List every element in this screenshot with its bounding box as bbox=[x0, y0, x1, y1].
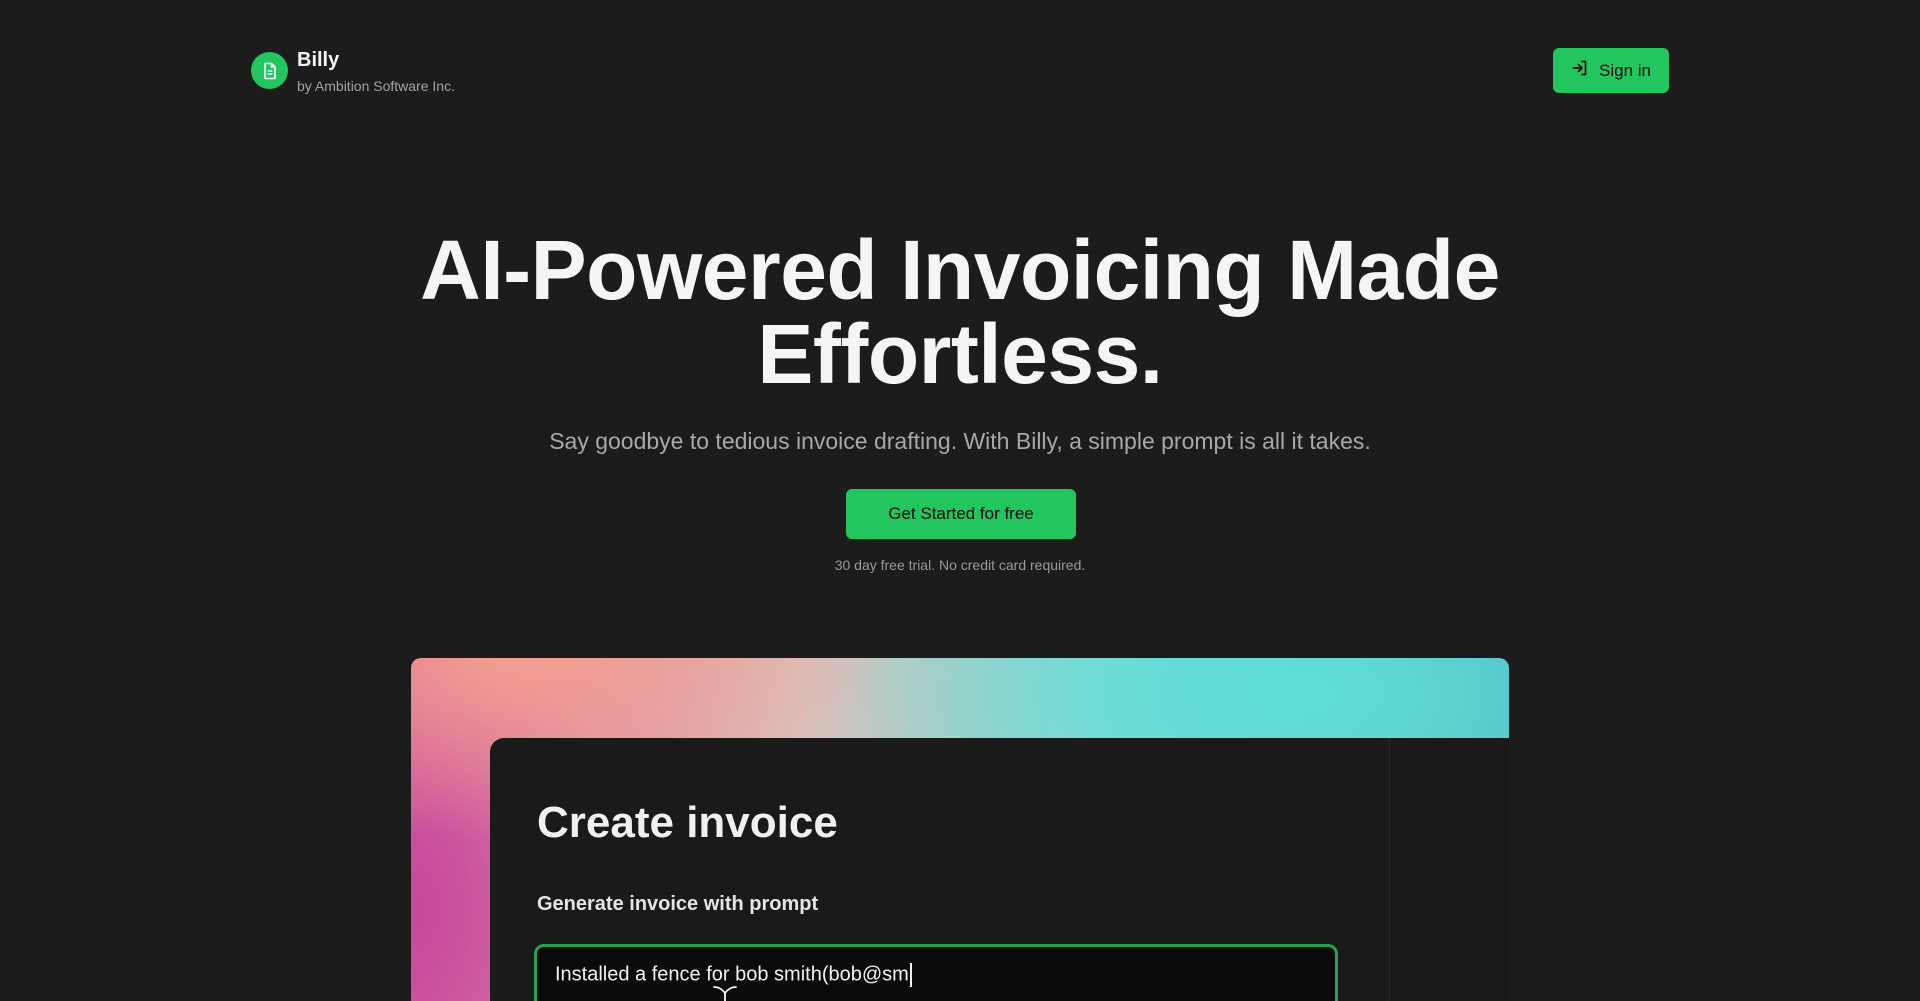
sign-in-label: Sign in bbox=[1599, 60, 1651, 80]
hero-title-line-2: Effortless. bbox=[757, 307, 1163, 401]
text-caret bbox=[909, 963, 912, 987]
text-cursor-icon bbox=[712, 985, 738, 1001]
hero-title-line-1: AI-Powered Invoicing Made bbox=[420, 223, 1500, 317]
prompt-text-wrap: Installed a fence for bob smith(bob@sm bbox=[555, 963, 912, 987]
get-started-button[interactable]: Get Started for free bbox=[846, 489, 1076, 539]
brand-subtitle: by Ambition Software Inc. bbox=[297, 78, 455, 94]
prompt-label: Generate invoice with prompt bbox=[537, 893, 819, 915]
create-invoice-title: Create invoice bbox=[537, 798, 838, 847]
hero-subtitle: Say goodbye to tedious invoice drafting.… bbox=[549, 428, 1371, 454]
prompt-input[interactable]: Installed a fence for bob smith(bob@sm bbox=[534, 944, 1338, 1001]
hero-title: AI-Powered Invoicing Made Effortless. bbox=[0, 228, 1920, 396]
trial-note: 30 day free trial. No credit card requir… bbox=[834, 557, 1086, 573]
sign-in-icon bbox=[1571, 59, 1589, 82]
preview-card: Create invoice Generate invoice with pro… bbox=[490, 738, 1509, 1001]
sign-in-button[interactable]: Sign in bbox=[1553, 48, 1669, 93]
header: Billy by Ambition Software Inc. Sign in bbox=[251, 48, 1669, 96]
landing-page: Billy by Ambition Software Inc. Sign in … bbox=[0, 0, 1920, 1001]
brand-text: Billy by Ambition Software Inc. bbox=[297, 48, 455, 95]
product-preview: Create invoice Generate invoice with pro… bbox=[411, 658, 1509, 1001]
brand-name: Billy bbox=[297, 49, 340, 71]
prompt-value: Installed a fence for bob smith(bob@sm bbox=[555, 963, 909, 986]
brand[interactable]: Billy by Ambition Software Inc. bbox=[251, 48, 455, 95]
document-icon bbox=[251, 52, 288, 89]
panel-divider bbox=[1389, 738, 1390, 1001]
